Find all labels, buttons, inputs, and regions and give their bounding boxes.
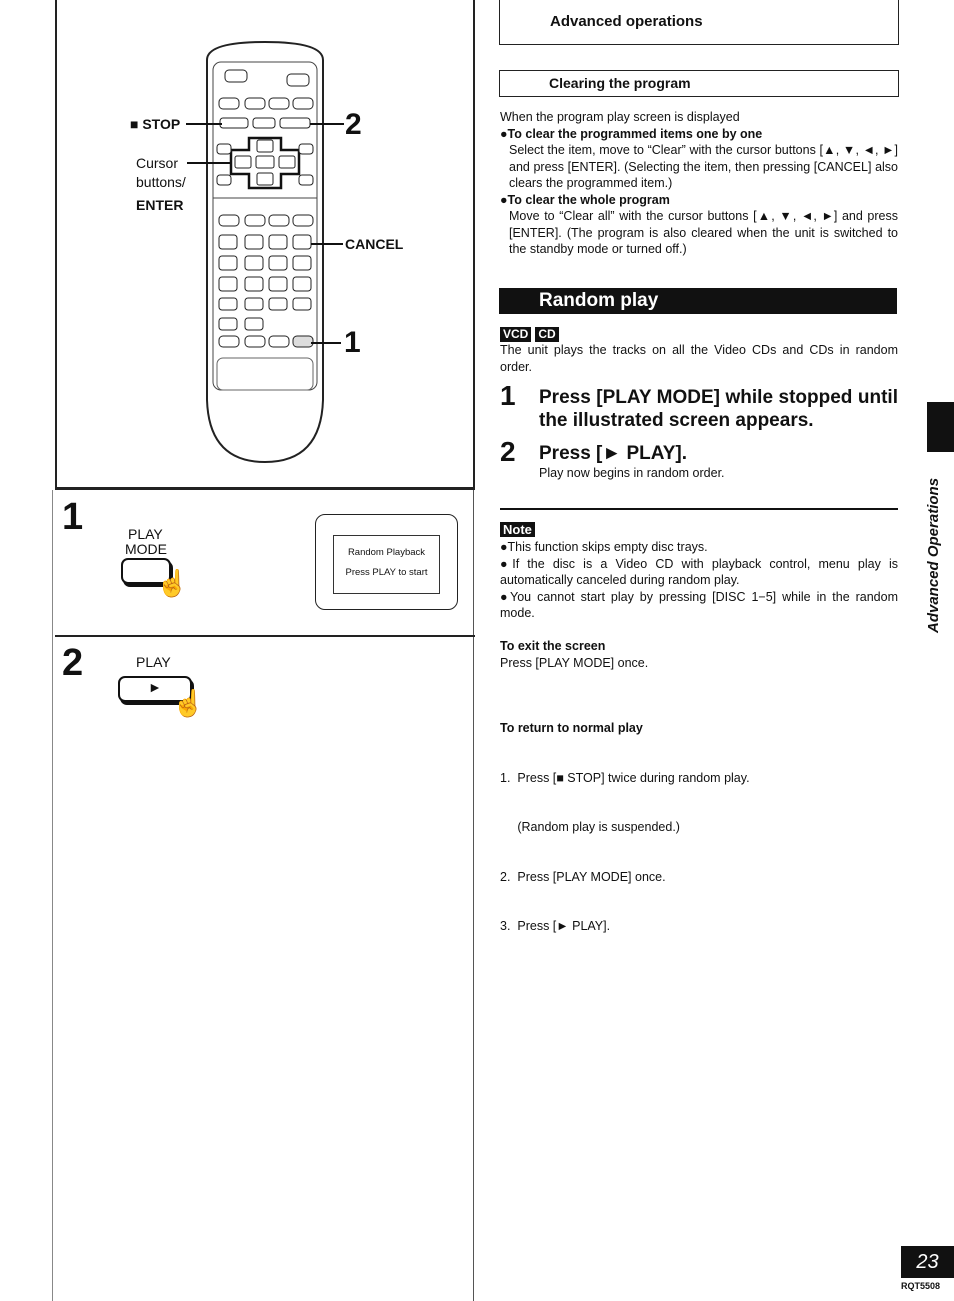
disc-type-badges: VCD CD bbox=[500, 325, 563, 343]
illustration-step-1-number: 1 bbox=[62, 496, 84, 538]
clearing-intro: When the program play screen is displaye… bbox=[500, 110, 740, 124]
random-step-1-text: Press [PLAY MODE] while stopped until th… bbox=[539, 387, 898, 431]
play-mode-label-line2: MODE bbox=[125, 541, 167, 557]
left-margin-line bbox=[52, 490, 53, 1301]
clearing-heading-box: Clearing the program bbox=[499, 70, 899, 97]
random-step-2-text: Press [► PLAY]. bbox=[539, 443, 687, 464]
return-normal-item: 2. Press [PLAY MODE] once. bbox=[500, 869, 666, 884]
center-divider-bottom bbox=[473, 490, 474, 1301]
clearing-item1-heading: ●To clear the programmed items one by on… bbox=[500, 126, 763, 141]
badge-vcd: VCD bbox=[500, 327, 532, 342]
remote-panel-bottom-border bbox=[55, 487, 475, 490]
note-list: ●This function skips empty disc trays. ●… bbox=[500, 539, 898, 622]
note-badge: Note bbox=[500, 522, 535, 537]
callout-stop: ■ STOP bbox=[130, 116, 181, 132]
random-play-title-bar: Random play bbox=[499, 288, 897, 314]
random-step-1-number: 1 bbox=[500, 380, 516, 411]
leader-stop bbox=[186, 123, 222, 125]
random-step-2: 2 Press [► PLAY]. bbox=[500, 436, 898, 467]
callout-number-1: 1 bbox=[344, 326, 361, 359]
note-item: ●You cannot start play by pressing [DISC… bbox=[500, 589, 898, 621]
illustration-step-2-number: 2 bbox=[62, 642, 84, 684]
callout-number-2: 2 bbox=[345, 108, 362, 141]
pointing-hand-icon: ☝ bbox=[172, 688, 205, 718]
return-normal-item: (Random play is suspended.) bbox=[500, 820, 680, 834]
play-key-label: PLAY bbox=[136, 654, 171, 670]
document-code: RQT5508 bbox=[901, 1281, 941, 1291]
note-item: ●This function skips empty disc trays. bbox=[500, 540, 708, 554]
remote-control-body bbox=[206, 40, 324, 464]
leader-play bbox=[310, 123, 344, 125]
callout-cursor-buttons: buttons/ bbox=[136, 174, 186, 190]
page-number: 23 bbox=[901, 1246, 954, 1278]
return-normal-item: 1. Press [■ STOP] twice during random pl… bbox=[500, 770, 750, 785]
random-step-2-sub: Play now begins in random order. bbox=[539, 466, 725, 480]
section-side-tab-marker bbox=[927, 402, 954, 452]
center-divider-top bbox=[473, 0, 475, 490]
note-label: Note bbox=[500, 521, 539, 539]
exit-screen-body: Press [PLAY MODE] once. bbox=[500, 655, 649, 670]
random-step-2-number: 2 bbox=[500, 436, 516, 467]
callout-enter: ENTER bbox=[136, 197, 184, 213]
clearing-item1-body: Select the item, move to “Clear” with th… bbox=[509, 143, 898, 190]
section-side-tab-label: Advanced Operations bbox=[925, 477, 942, 633]
clearing-instructions: When the program play screen is displaye… bbox=[500, 109, 898, 258]
play-mode-label-line1: PLAY bbox=[128, 526, 163, 542]
tv-screen-line1: Random Playback bbox=[347, 547, 426, 558]
tv-screen-illustration: Random Playback Press PLAY to start bbox=[315, 514, 458, 610]
page-title: Advanced operations bbox=[550, 13, 703, 30]
return-normal-item: 3. Press [► PLAY]. bbox=[500, 919, 611, 933]
note-item: ●If the disc is a Video CD with playback… bbox=[500, 556, 898, 588]
callout-cursor: Cursor bbox=[136, 155, 179, 171]
return-normal-section: To return to normal play 1. Press [■ STO… bbox=[500, 687, 898, 951]
clearing-item2-body: Move to “Clear all” with the cursor butt… bbox=[509, 209, 898, 256]
step-panel-divider bbox=[55, 635, 475, 637]
page-header-box: Advanced operations bbox=[499, 0, 899, 45]
note-top-rule bbox=[500, 508, 898, 510]
left-frame-line bbox=[55, 0, 57, 490]
pointing-hand-icon: ☝ bbox=[156, 568, 189, 598]
clearing-title: Clearing the program bbox=[549, 75, 691, 91]
exit-screen-section: To exit the screen Press [PLAY MODE] onc… bbox=[500, 638, 898, 671]
random-play-title: Random play bbox=[539, 290, 659, 311]
tv-screen-message: Random Playback Press PLAY to start bbox=[333, 535, 440, 594]
leader-play-mode bbox=[311, 342, 341, 344]
clearing-item2-heading: ●To clear the whole program bbox=[500, 192, 670, 207]
random-step-1: 1 Press [PLAY MODE] while stopped until … bbox=[500, 380, 898, 432]
callout-cancel: CANCEL bbox=[345, 236, 404, 252]
badge-cd: CD bbox=[535, 327, 559, 342]
tv-screen-line2: Press PLAY to start bbox=[345, 567, 428, 578]
remote-control-illustration bbox=[195, 40, 335, 465]
random-play-intro: The unit plays the tracks on all the Vid… bbox=[500, 343, 898, 374]
return-normal-heading: To return to normal play bbox=[500, 721, 643, 735]
leader-cursor bbox=[187, 162, 231, 164]
leader-cancel bbox=[311, 243, 343, 245]
exit-screen-heading: To exit the screen bbox=[500, 639, 606, 653]
play-triangle-icon: ► bbox=[148, 679, 162, 695]
